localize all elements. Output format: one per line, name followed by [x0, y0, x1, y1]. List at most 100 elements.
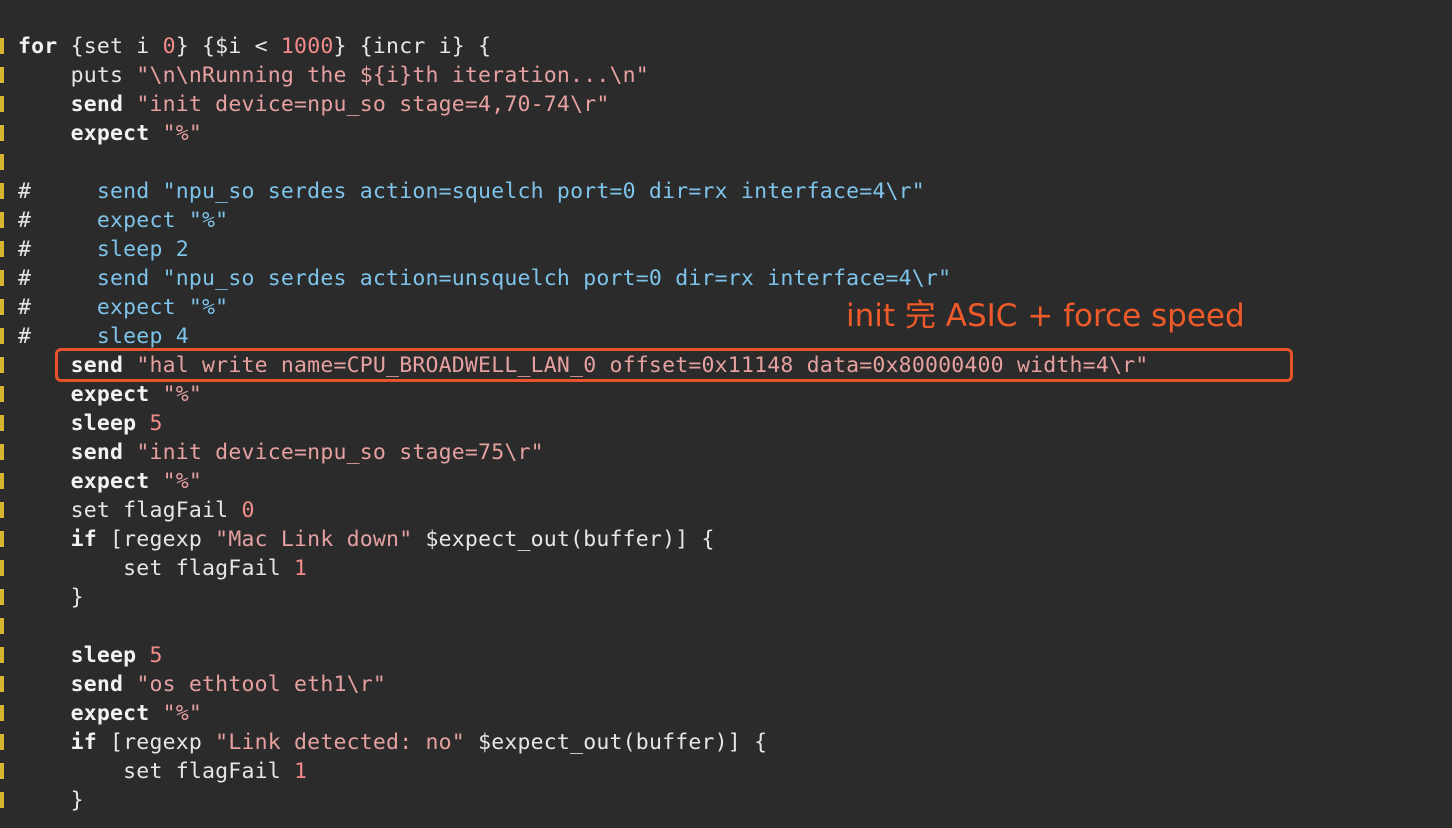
code-token: set flagFail [18, 759, 295, 784]
code-token: expect [18, 701, 150, 726]
code-token: [regexp [96, 730, 216, 755]
code-token: send "npu_so serdes action=unsquelch por… [31, 266, 952, 291]
code-line[interactable]: for {set i 0} {$i < 1000} {incr i} { [18, 32, 491, 61]
code-token: 5 [149, 411, 163, 436]
code-token: expect "%" [31, 295, 229, 320]
gutter-marker [0, 444, 4, 460]
code-line[interactable]: # sleep 4 [18, 322, 189, 351]
code-line[interactable]: set flagFail 1 [18, 757, 307, 786]
code-token: # [18, 208, 32, 233]
gutter-marker [0, 328, 4, 344]
code-token: 5 [149, 643, 163, 668]
code-token: "init device=npu_so stage=75\r" [136, 440, 544, 465]
code-token: 0 [162, 34, 176, 59]
code-token: {set i [57, 34, 163, 59]
code-line[interactable]: send "init device=npu_so stage=4,70-74\r… [18, 90, 610, 119]
code-line[interactable]: if [regexp "Link detected: no" $expect_o… [18, 728, 767, 757]
code-line[interactable]: puts "\n\nRunning the ${i}th iteration..… [18, 61, 649, 90]
code-token: expect [18, 382, 150, 407]
code-token: "%" [162, 469, 203, 494]
code-line[interactable]: # send "npu_so serdes action=unsquelch p… [18, 264, 951, 293]
gutter-marker [0, 618, 4, 634]
code-token: $expect_out(buffer)] { [464, 730, 768, 755]
code-token: "\n\nRunning the ${i}th iteration...\n" [136, 63, 649, 88]
code-token: } [18, 788, 84, 813]
code-token: "%" [162, 121, 203, 146]
code-token: set flagFail [18, 498, 242, 523]
gutter-marker [0, 125, 4, 141]
gutter-marker [0, 357, 4, 373]
code-token: "init device=npu_so stage=4,70-74\r" [136, 92, 610, 117]
code-line[interactable]: send "init device=npu_so stage=75\r" [18, 438, 544, 467]
code-line[interactable]: } [18, 786, 84, 815]
gutter-marker [0, 763, 4, 779]
code-token: 0 [241, 498, 255, 523]
code-token: "%" [162, 701, 203, 726]
code-line[interactable]: expect "%" [18, 467, 202, 496]
gutter-marker [0, 647, 4, 663]
highlight-box [55, 348, 1293, 382]
code-editor[interactable]: for {set i 0} {$i < 1000} {incr i} { put… [0, 0, 1452, 828]
code-token: sleep [18, 643, 137, 668]
gutter-marker [0, 299, 4, 315]
code-token: "Link detected: no" [215, 730, 465, 755]
gutter-marker [0, 502, 4, 518]
code-line[interactable]: send "os ethtool eth1\r" [18, 670, 386, 699]
gutter-marker [0, 386, 4, 402]
gutter-marker [0, 676, 4, 692]
code-token: "Mac Link down" [215, 527, 413, 552]
gutter-marker [0, 96, 4, 112]
code-token: 1 [294, 556, 308, 581]
code-line[interactable]: sleep 5 [18, 409, 163, 438]
code-token: "os ethtool eth1\r" [136, 672, 387, 697]
code-token: for [18, 34, 58, 59]
code-token: expect "%" [31, 208, 229, 233]
code-line[interactable]: # sleep 2 [18, 235, 189, 264]
code-token: 1000 [280, 34, 334, 59]
code-token: send [18, 92, 124, 117]
code-line[interactable]: set flagFail 1 [18, 554, 307, 583]
gutter-marker [0, 38, 4, 54]
code-token: $expect_out(buffer)] { [412, 527, 715, 552]
gutter-marker [0, 415, 4, 431]
code-line[interactable]: expect "%" [18, 699, 202, 728]
gutter-marker [0, 212, 4, 228]
code-token: expect [18, 469, 150, 494]
code-line[interactable]: # expect "%" [18, 293, 228, 322]
annotation-label: init 完 ASIC + force speed [846, 298, 1245, 334]
code-token: # [18, 324, 32, 349]
code-token: "%" [162, 382, 203, 407]
code-line[interactable]: expect "%" [18, 380, 202, 409]
code-line[interactable]: } [18, 583, 84, 612]
code-token: } {incr i} { [333, 34, 492, 59]
code-token: if [18, 527, 97, 552]
code-token: sleep 4 [31, 324, 189, 349]
code-token: } {$i < [175, 34, 281, 59]
code-token: [regexp [96, 527, 216, 552]
code-token: # [18, 237, 32, 262]
code-line[interactable]: # send "npu_so serdes action=squelch por… [18, 177, 925, 206]
gutter-marker [0, 560, 4, 576]
gutter-marker [0, 241, 4, 257]
gutter-marker [0, 183, 4, 199]
code-line[interactable]: sleep 5 [18, 641, 163, 670]
code-token: send [18, 440, 124, 465]
code-line[interactable]: set flagFail 0 [18, 496, 255, 525]
code-token: # [18, 179, 32, 204]
code-token: set flagFail [18, 556, 295, 581]
gutter-marker [0, 705, 4, 721]
code-line[interactable]: # expect "%" [18, 206, 228, 235]
gutter-marker [0, 734, 4, 750]
code-token: 1 [294, 759, 308, 784]
code-token: puts [18, 63, 137, 88]
gutter-marker [0, 67, 4, 83]
code-line[interactable]: if [regexp "Mac Link down" $expect_out(b… [18, 525, 715, 554]
code-line[interactable]: expect "%" [18, 119, 202, 148]
